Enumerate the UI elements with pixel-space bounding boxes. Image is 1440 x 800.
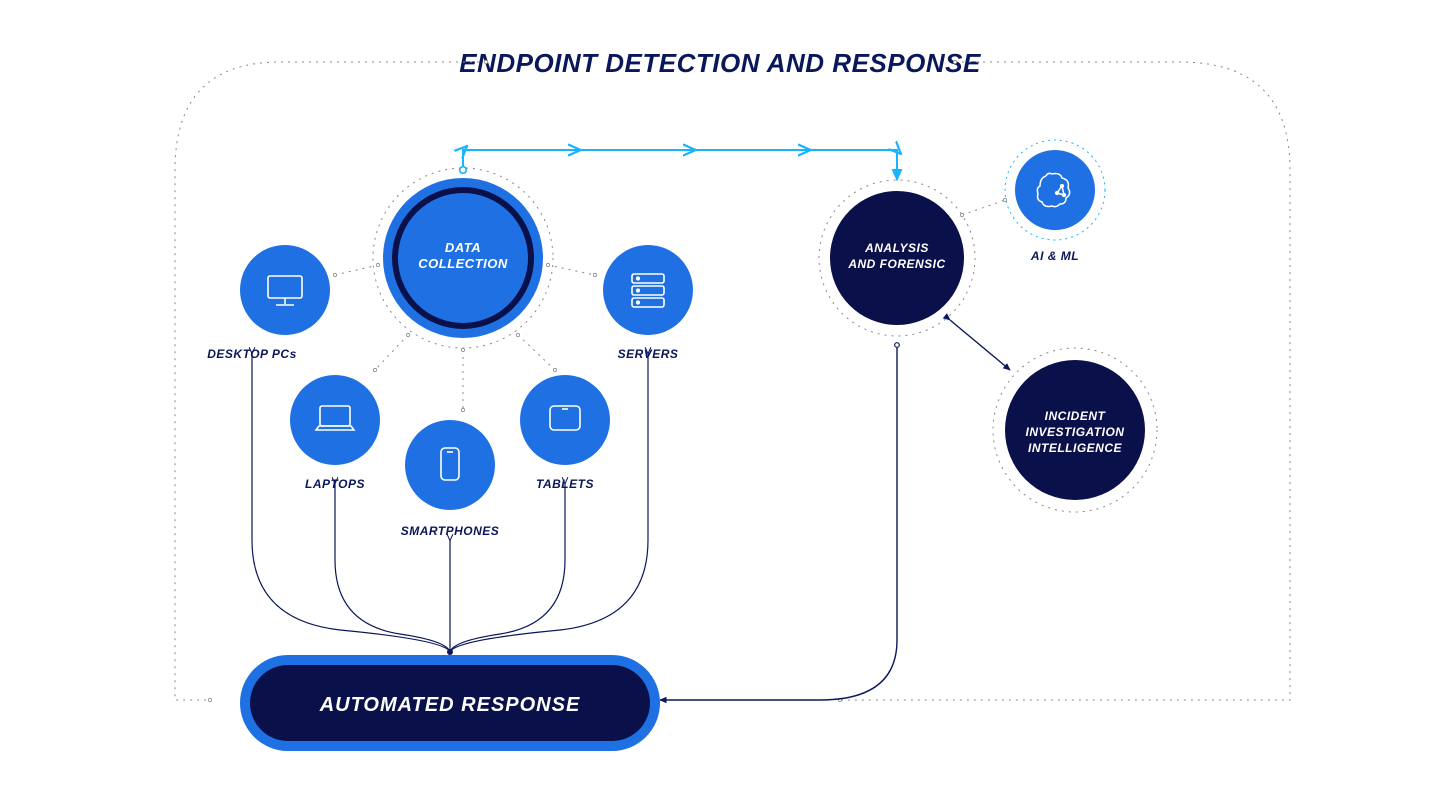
- svg-text:DESKTOP PCs: DESKTOP PCs: [207, 347, 297, 361]
- flow-data-to-analysis: [463, 150, 897, 180]
- node-desktop-pcs: DESKTOP PCs: [207, 245, 330, 361]
- svg-text:SERVERS: SERVERS: [618, 347, 679, 361]
- svg-text:SMARTPHONES: SMARTPHONES: [401, 524, 500, 538]
- node-automated-response: AUTOMATED RESPONSE: [240, 655, 660, 751]
- node-tablets: TABLETS: [520, 375, 610, 491]
- svg-text:LAPTOPS: LAPTOPS: [305, 477, 365, 491]
- svg-text:AND FORENSIC: AND FORENSIC: [847, 257, 945, 271]
- node-incident-intel: INCIDENT INVESTIGATION INTELLIGENCE: [993, 348, 1157, 512]
- svg-text:INCIDENT: INCIDENT: [1045, 409, 1107, 423]
- edr-diagram: ENDPOINT DETECTION AND RESPONSE DATA COL…: [0, 0, 1440, 800]
- node-data-collection: DATA COLLECTION: [373, 168, 553, 348]
- svg-text:AI & ML: AI & ML: [1030, 249, 1079, 263]
- node-ai-ml: AI & ML: [1005, 140, 1105, 263]
- svg-text:INVESTIGATION: INVESTIGATION: [1026, 425, 1125, 439]
- merge-dot: [447, 649, 453, 655]
- svg-text:COLLECTION: COLLECTION: [418, 256, 508, 271]
- node-analysis-forensic: ANALYSIS AND FORENSIC: [819, 180, 975, 336]
- edge-analysis-incident: [950, 320, 1010, 370]
- node-smartphones: SMARTPHONES: [401, 420, 500, 538]
- svg-text:DATA: DATA: [445, 240, 481, 255]
- svg-text:TABLETS: TABLETS: [536, 477, 594, 491]
- svg-text:INTELLIGENCE: INTELLIGENCE: [1028, 441, 1122, 455]
- svg-text:ANALYSIS: ANALYSIS: [864, 241, 929, 255]
- node-servers: SERVERS: [603, 245, 693, 361]
- page-title: ENDPOINT DETECTION AND RESPONSE: [459, 48, 981, 78]
- edge-analysis-to-response: [660, 345, 897, 700]
- node-laptops: LAPTOPS: [290, 375, 380, 491]
- svg-text:AUTOMATED RESPONSE: AUTOMATED RESPONSE: [319, 694, 581, 716]
